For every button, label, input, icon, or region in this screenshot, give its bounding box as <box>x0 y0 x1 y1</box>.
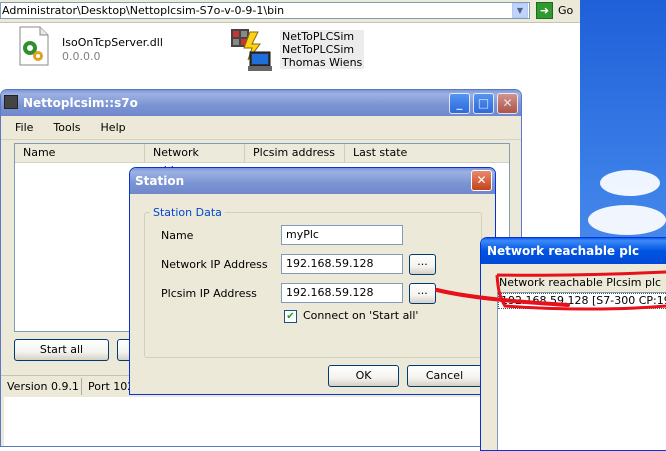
annotation-overlay <box>435 270 666 311</box>
